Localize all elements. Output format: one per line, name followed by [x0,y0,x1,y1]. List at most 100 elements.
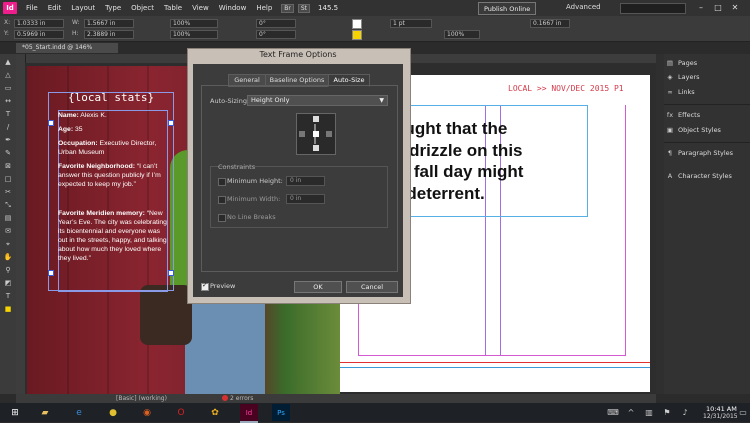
close-button[interactable]: ✕ [728,2,742,13]
scale-x-field[interactable]: 100% [170,19,218,28]
panel-layers[interactable]: ◈ Layers [664,71,750,83]
publish-online-button[interactable]: Publish Online [478,2,537,15]
screen-mode-icon[interactable]: ■ [3,304,13,314]
error-count[interactable]: 2 errors [230,395,253,402]
stroke-weight-field[interactable]: 1 pt [390,19,432,28]
formatting-icon[interactable]: T [3,291,13,301]
angle-field[interactable]: 0° [256,19,296,28]
gap-tool-icon[interactable]: ↔ [3,96,13,106]
type-tool-icon[interactable]: T [3,109,13,119]
panel-dock [664,54,750,394]
anchor-center-icon[interactable] [313,131,319,137]
panel-effects[interactable]: fx Effects [664,109,750,121]
preview-checkbox[interactable]: ✓ [201,281,209,291]
notifications-icon[interactable]: ▭ [734,404,750,421]
menu-object[interactable]: Object [126,4,159,12]
internet-explorer-icon[interactable]: e [70,404,88,421]
chrome-icon[interactable]: ● [104,404,122,421]
menu-edit[interactable]: Edit [43,4,67,12]
w-field[interactable]: 1.5667 in [84,19,134,28]
menu-type[interactable]: Type [100,4,126,12]
keyboard-icon[interactable]: ⌨ [604,404,622,421]
rectangle-tool-icon[interactable]: □ [3,174,13,184]
panel-object-styles[interactable]: ▣ Object Styles [664,124,750,136]
no-line-breaks-checkbox[interactable] [218,214,226,222]
gradient-tool-icon[interactable]: ▤ [3,213,13,223]
indesign-taskbar-icon[interactable]: Id [240,404,258,423]
stock-button[interactable]: St [297,3,311,13]
handbag [140,285,192,345]
panel-links[interactable]: ∞ Links [664,86,750,98]
line-tool-icon[interactable]: / [3,122,13,132]
anchor-top-icon[interactable] [313,116,319,122]
scale-y-field[interactable]: 100% [170,30,218,39]
ok-button[interactable]: OK [294,281,342,293]
pen-tool-icon[interactable]: ✒ [3,135,13,145]
scissors-tool-icon[interactable]: ✂ [3,187,13,197]
fill-swatch[interactable] [352,19,362,29]
windows-start-icon[interactable]: ⊞ [6,404,24,421]
panel-dock-gripper[interactable] [656,54,664,394]
hand-tool-icon[interactable]: ✋ [3,252,13,262]
panel-character-styles[interactable]: A Character Styles [664,170,750,182]
anchor-bottom-icon[interactable] [313,145,319,151]
rectangle-frame-tool-icon[interactable]: ⊠ [3,161,13,171]
min-height-field[interactable]: 0 in [286,176,325,186]
menu-window[interactable]: Window [214,4,252,12]
menu-layout[interactable]: Layout [66,4,100,12]
pull-quote-text[interactable]: thought that the ght drizzle on this ris… [378,118,598,204]
direct-selection-tool-icon[interactable]: △ [3,70,13,80]
gap-width-field[interactable]: 0.1667 in [530,19,570,28]
panel-paragraph-styles[interactable]: ¶ Paragraph Styles [664,147,750,159]
anchor-right-icon[interactable] [326,131,332,137]
bridge-button[interactable]: Br [281,3,294,13]
tray-chevron-icon[interactable]: ^ [622,404,640,421]
page-tool-icon[interactable]: ▭ [3,83,13,93]
panel-pages[interactable]: ▤ Pages [664,57,750,69]
fill-stroke-icon[interactable]: ◩ [3,278,13,288]
y-field[interactable]: 0.5969 in [14,30,64,39]
selection-tool-icon[interactable]: ▲ [3,57,13,67]
x-field[interactable]: 1.0333 in [14,19,64,28]
app-flower-icon[interactable]: ✿ [206,404,224,421]
min-width-field[interactable]: 0 in [286,194,325,204]
maximize-button[interactable]: □ [711,2,725,13]
search-input[interactable] [620,3,686,14]
network-icon[interactable]: ▥ [640,404,658,421]
file-explorer-icon[interactable]: ▰ [36,404,54,421]
eyedropper-tool-icon[interactable]: ⌖ [3,239,13,249]
frame-handle[interactable] [48,120,54,126]
h-field[interactable]: 2.3889 in [84,30,134,39]
cancel-button[interactable]: Cancel [346,281,398,293]
pencil-tool-icon[interactable]: ✎ [3,148,13,158]
min-width-checkbox[interactable] [218,196,226,204]
minimize-button[interactable]: – [694,2,708,13]
volume-icon[interactable]: ♪ [676,404,694,421]
auto-sizing-select[interactable]: Height Only ▼ [247,95,388,106]
note-tool-icon[interactable]: ✉ [3,226,13,236]
workspace-switcher[interactable]: Advanced [566,3,601,11]
document-tab[interactable]: *05_Start.indd @ 146% [16,43,118,53]
frame-handle[interactable] [168,270,174,276]
zoom-tool-icon[interactable]: ⚲ [3,265,13,275]
opacity-field[interactable]: 100% [444,30,480,39]
flag-icon[interactable]: ⚑ [658,404,676,421]
min-height-checkbox[interactable] [218,178,226,186]
anchor-point-grid[interactable] [296,113,336,155]
clock-date[interactable]: 12/31/2015 [703,413,738,420]
opera-icon[interactable]: O [172,404,190,421]
photoshop-taskbar-icon[interactable]: Ps [272,404,290,421]
anchor-left-icon[interactable] [299,131,305,137]
free-transform-tool-icon[interactable]: ⤡ [3,200,13,210]
frame-handle[interactable] [48,270,54,276]
menu-view[interactable]: View [187,4,214,12]
shear-field[interactable]: 0° [256,30,296,39]
firefox-icon[interactable]: ◉ [138,404,156,421]
menu-file[interactable]: File [21,4,43,12]
menu-help[interactable]: Help [251,4,277,12]
stroke-swatch[interactable] [352,30,362,40]
menu-table[interactable]: Table [159,4,187,12]
clock-time[interactable]: 10:41 AM [706,405,737,413]
preflight-profile[interactable]: [Basic] (working) [116,395,167,402]
zoom-level[interactable]: 145.5 [318,4,338,12]
